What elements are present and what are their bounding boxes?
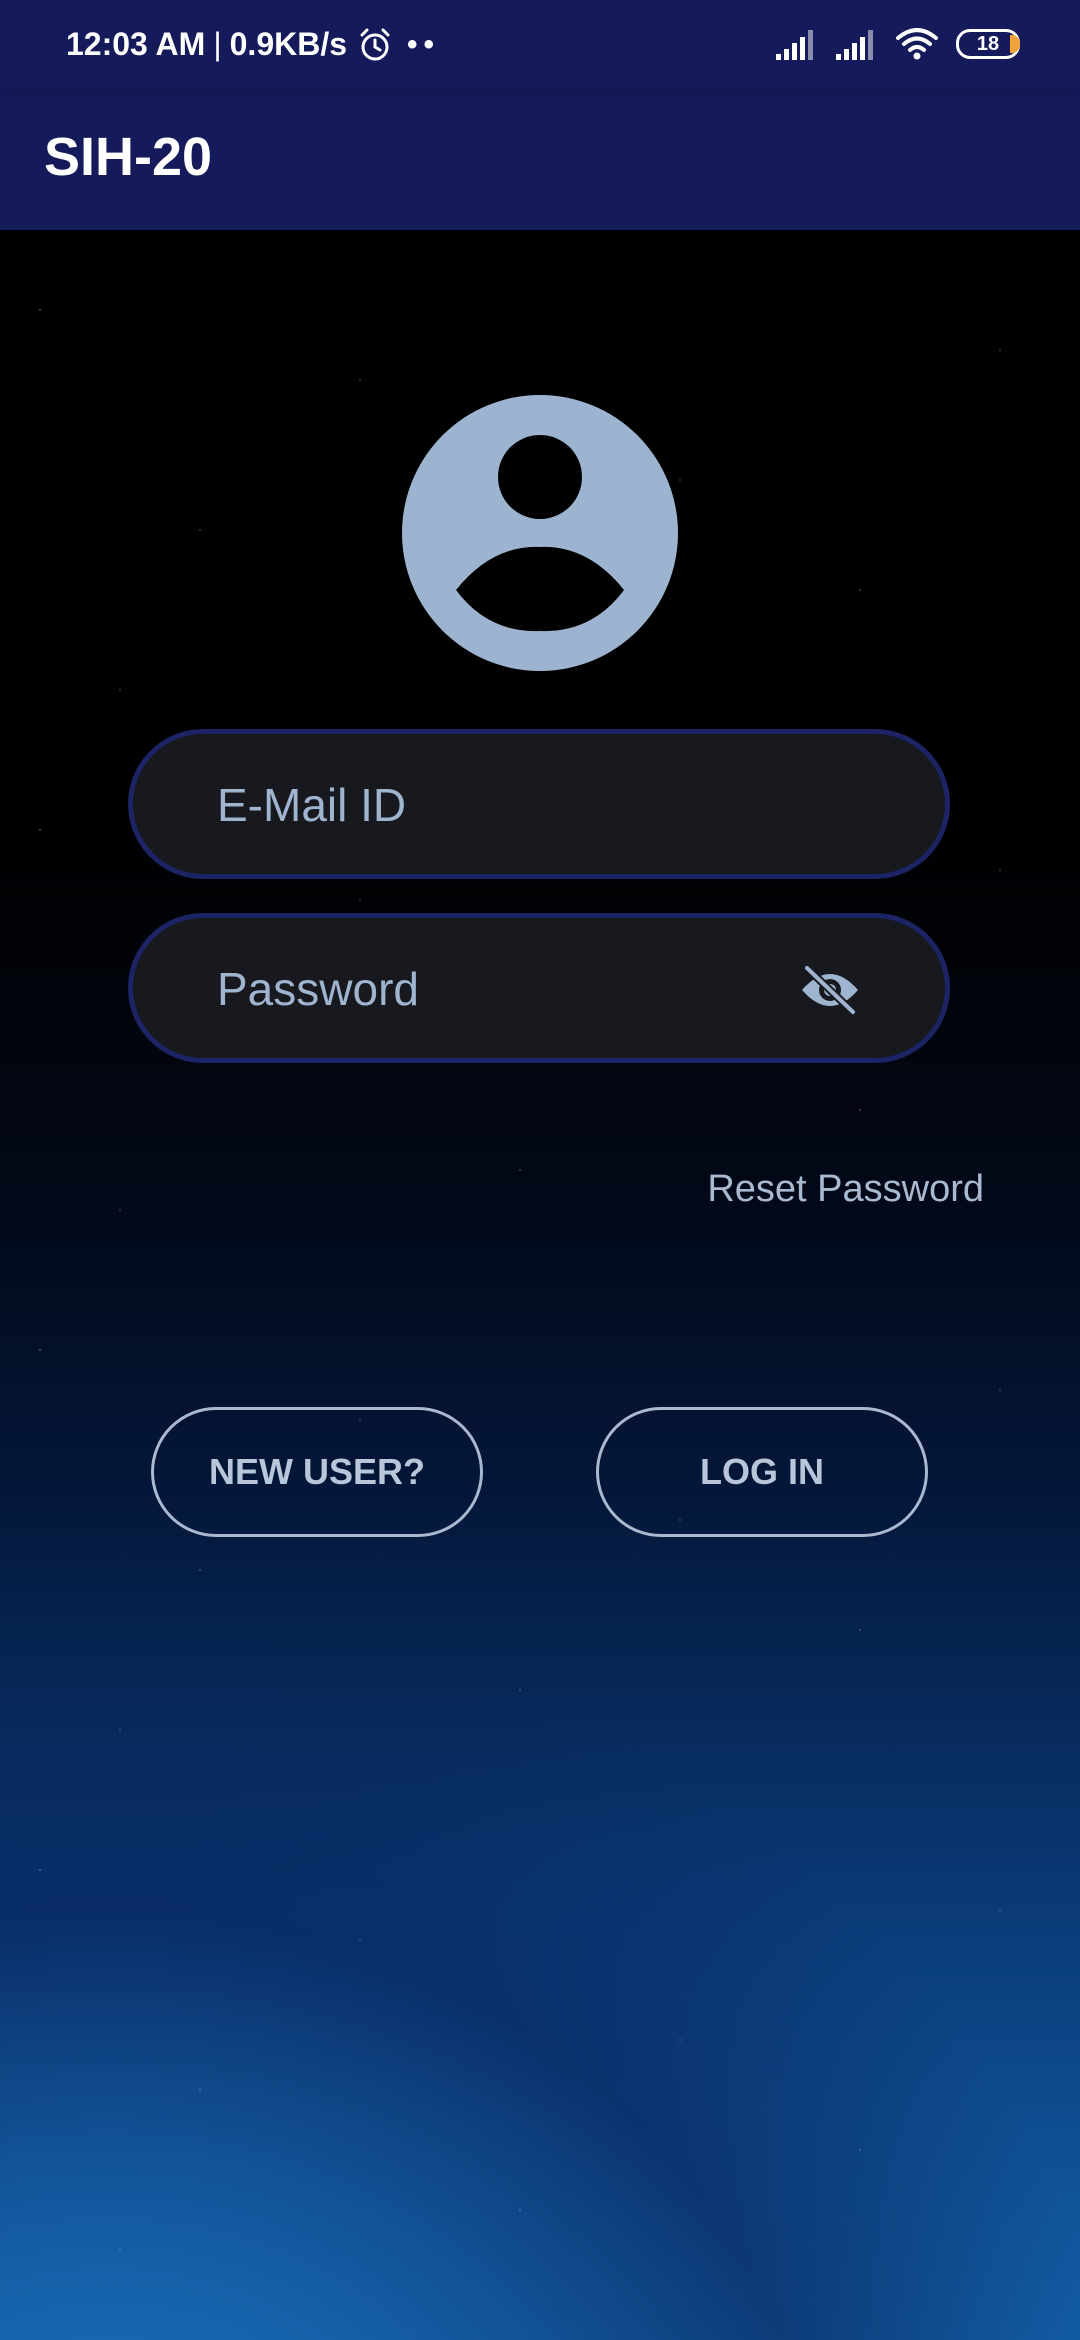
alarm-icon <box>360 28 390 60</box>
app-bar: SIH-20 <box>0 96 1080 230</box>
network-speed: 0.9KB/s <box>229 26 348 62</box>
battery-icon: 18 <box>956 29 1020 59</box>
app-title: SIH-20 <box>44 127 213 187</box>
status-separator: | <box>213 26 222 62</box>
email-input[interactable] <box>215 734 779 876</box>
signal-icon <box>776 30 813 60</box>
status-bar: 12:03 AM | 0.9KB/s •• 18 <box>0 0 1080 96</box>
status-left: 12:03 AM | 0.9KB/s •• <box>66 26 440 63</box>
signal-icon <box>836 30 873 60</box>
login-button[interactable]: LOG IN <box>596 1407 928 1537</box>
status-right: 18 <box>776 28 1020 60</box>
password-input[interactable] <box>215 918 779 1060</box>
login-screen: Reset Password NEW USER? LOG IN <box>0 230 1080 2340</box>
eye-off-icon[interactable] <box>799 964 861 1016</box>
account-circle-icon <box>402 395 678 671</box>
battery-level: 18 <box>976 32 1000 55</box>
email-field[interactable] <box>128 729 950 879</box>
wifi-icon <box>896 28 938 60</box>
new-user-button[interactable]: NEW USER? <box>151 1407 483 1537</box>
reset-password-link[interactable]: Reset Password <box>707 1168 984 1211</box>
status-time: 12:03 AM <box>66 26 206 62</box>
password-field[interactable] <box>128 913 950 1063</box>
notification-dots: •• <box>407 27 441 61</box>
